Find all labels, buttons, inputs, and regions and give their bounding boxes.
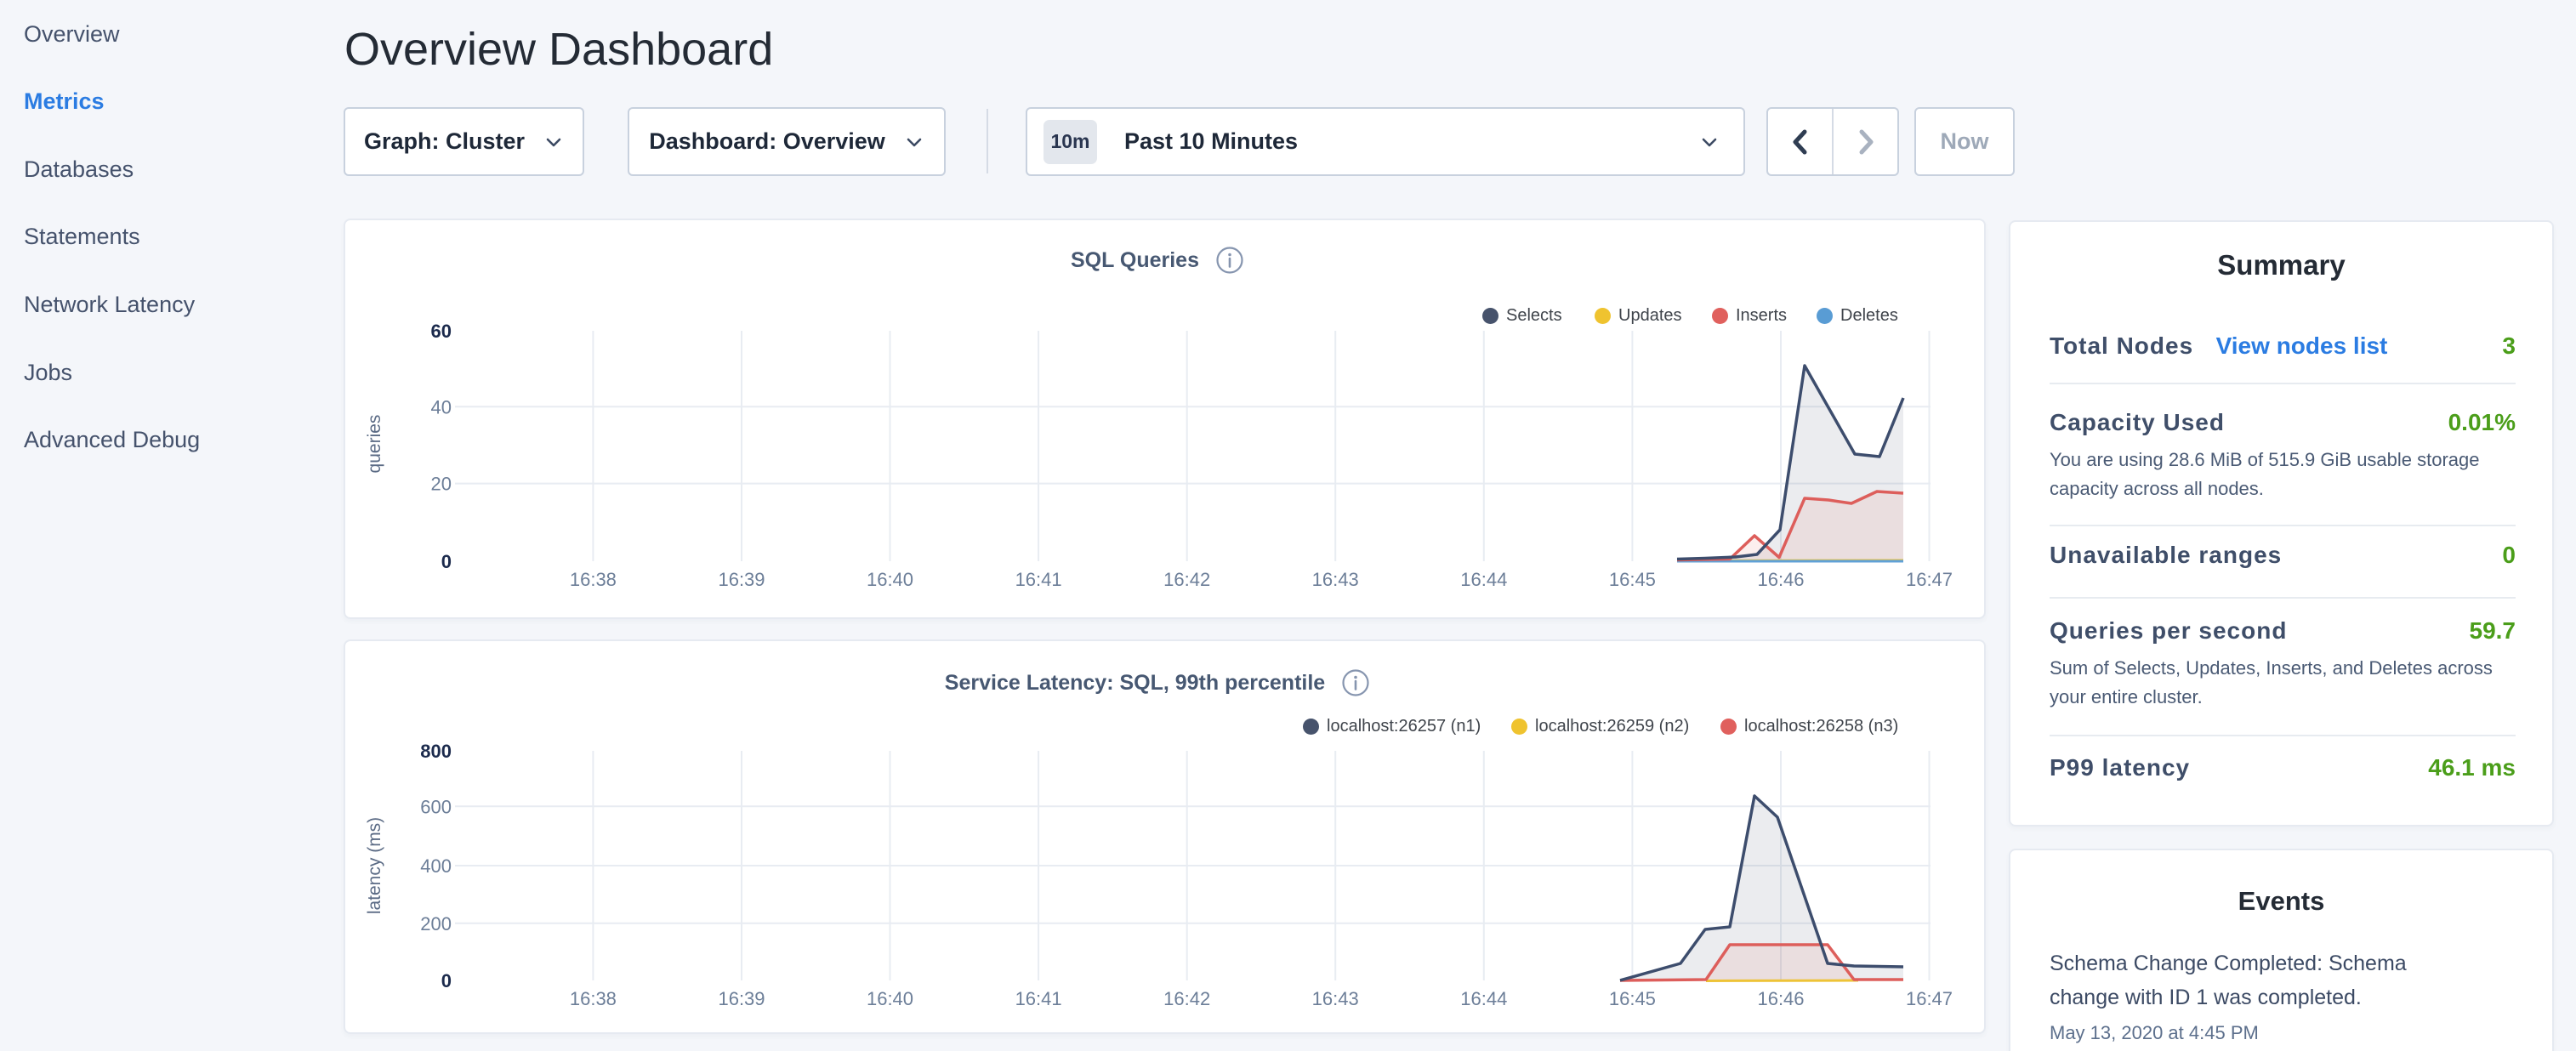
svg-text:60: 60 [431, 321, 452, 342]
svg-text:16:42: 16:42 [1163, 569, 1210, 590]
svg-text:latency (ms): latency (ms) [365, 817, 384, 914]
svg-text:16:44: 16:44 [1460, 988, 1507, 1009]
svg-text:16:47: 16:47 [1906, 988, 1953, 1009]
svg-text:600: 600 [420, 796, 452, 817]
svg-text:16:43: 16:43 [1312, 569, 1359, 590]
svg-text:16:38: 16:38 [570, 569, 617, 590]
svg-text:0: 0 [441, 970, 452, 991]
svg-text:16:44: 16:44 [1460, 569, 1507, 590]
svg-text:16:42: 16:42 [1163, 988, 1210, 1009]
svg-text:16:46: 16:46 [1757, 569, 1804, 590]
svg-text:16:41: 16:41 [1015, 988, 1062, 1009]
svg-text:queries: queries [365, 415, 384, 474]
svg-text:16:39: 16:39 [718, 988, 765, 1009]
svg-text:20: 20 [431, 474, 452, 495]
svg-text:200: 200 [420, 913, 452, 935]
svg-text:16:45: 16:45 [1609, 988, 1656, 1009]
svg-text:16:40: 16:40 [867, 988, 913, 1009]
svg-text:16:47: 16:47 [1906, 569, 1953, 590]
svg-text:800: 800 [420, 741, 452, 762]
svg-text:16:41: 16:41 [1015, 569, 1062, 590]
svg-text:400: 400 [420, 855, 452, 877]
svg-text:0: 0 [441, 551, 452, 572]
svg-text:16:38: 16:38 [570, 988, 617, 1009]
svg-text:16:46: 16:46 [1757, 988, 1804, 1009]
svg-text:40: 40 [431, 396, 452, 418]
svg-text:16:43: 16:43 [1312, 988, 1359, 1009]
svg-text:16:40: 16:40 [867, 569, 913, 590]
svg-text:16:39: 16:39 [718, 569, 765, 590]
svg-text:16:45: 16:45 [1609, 569, 1656, 590]
